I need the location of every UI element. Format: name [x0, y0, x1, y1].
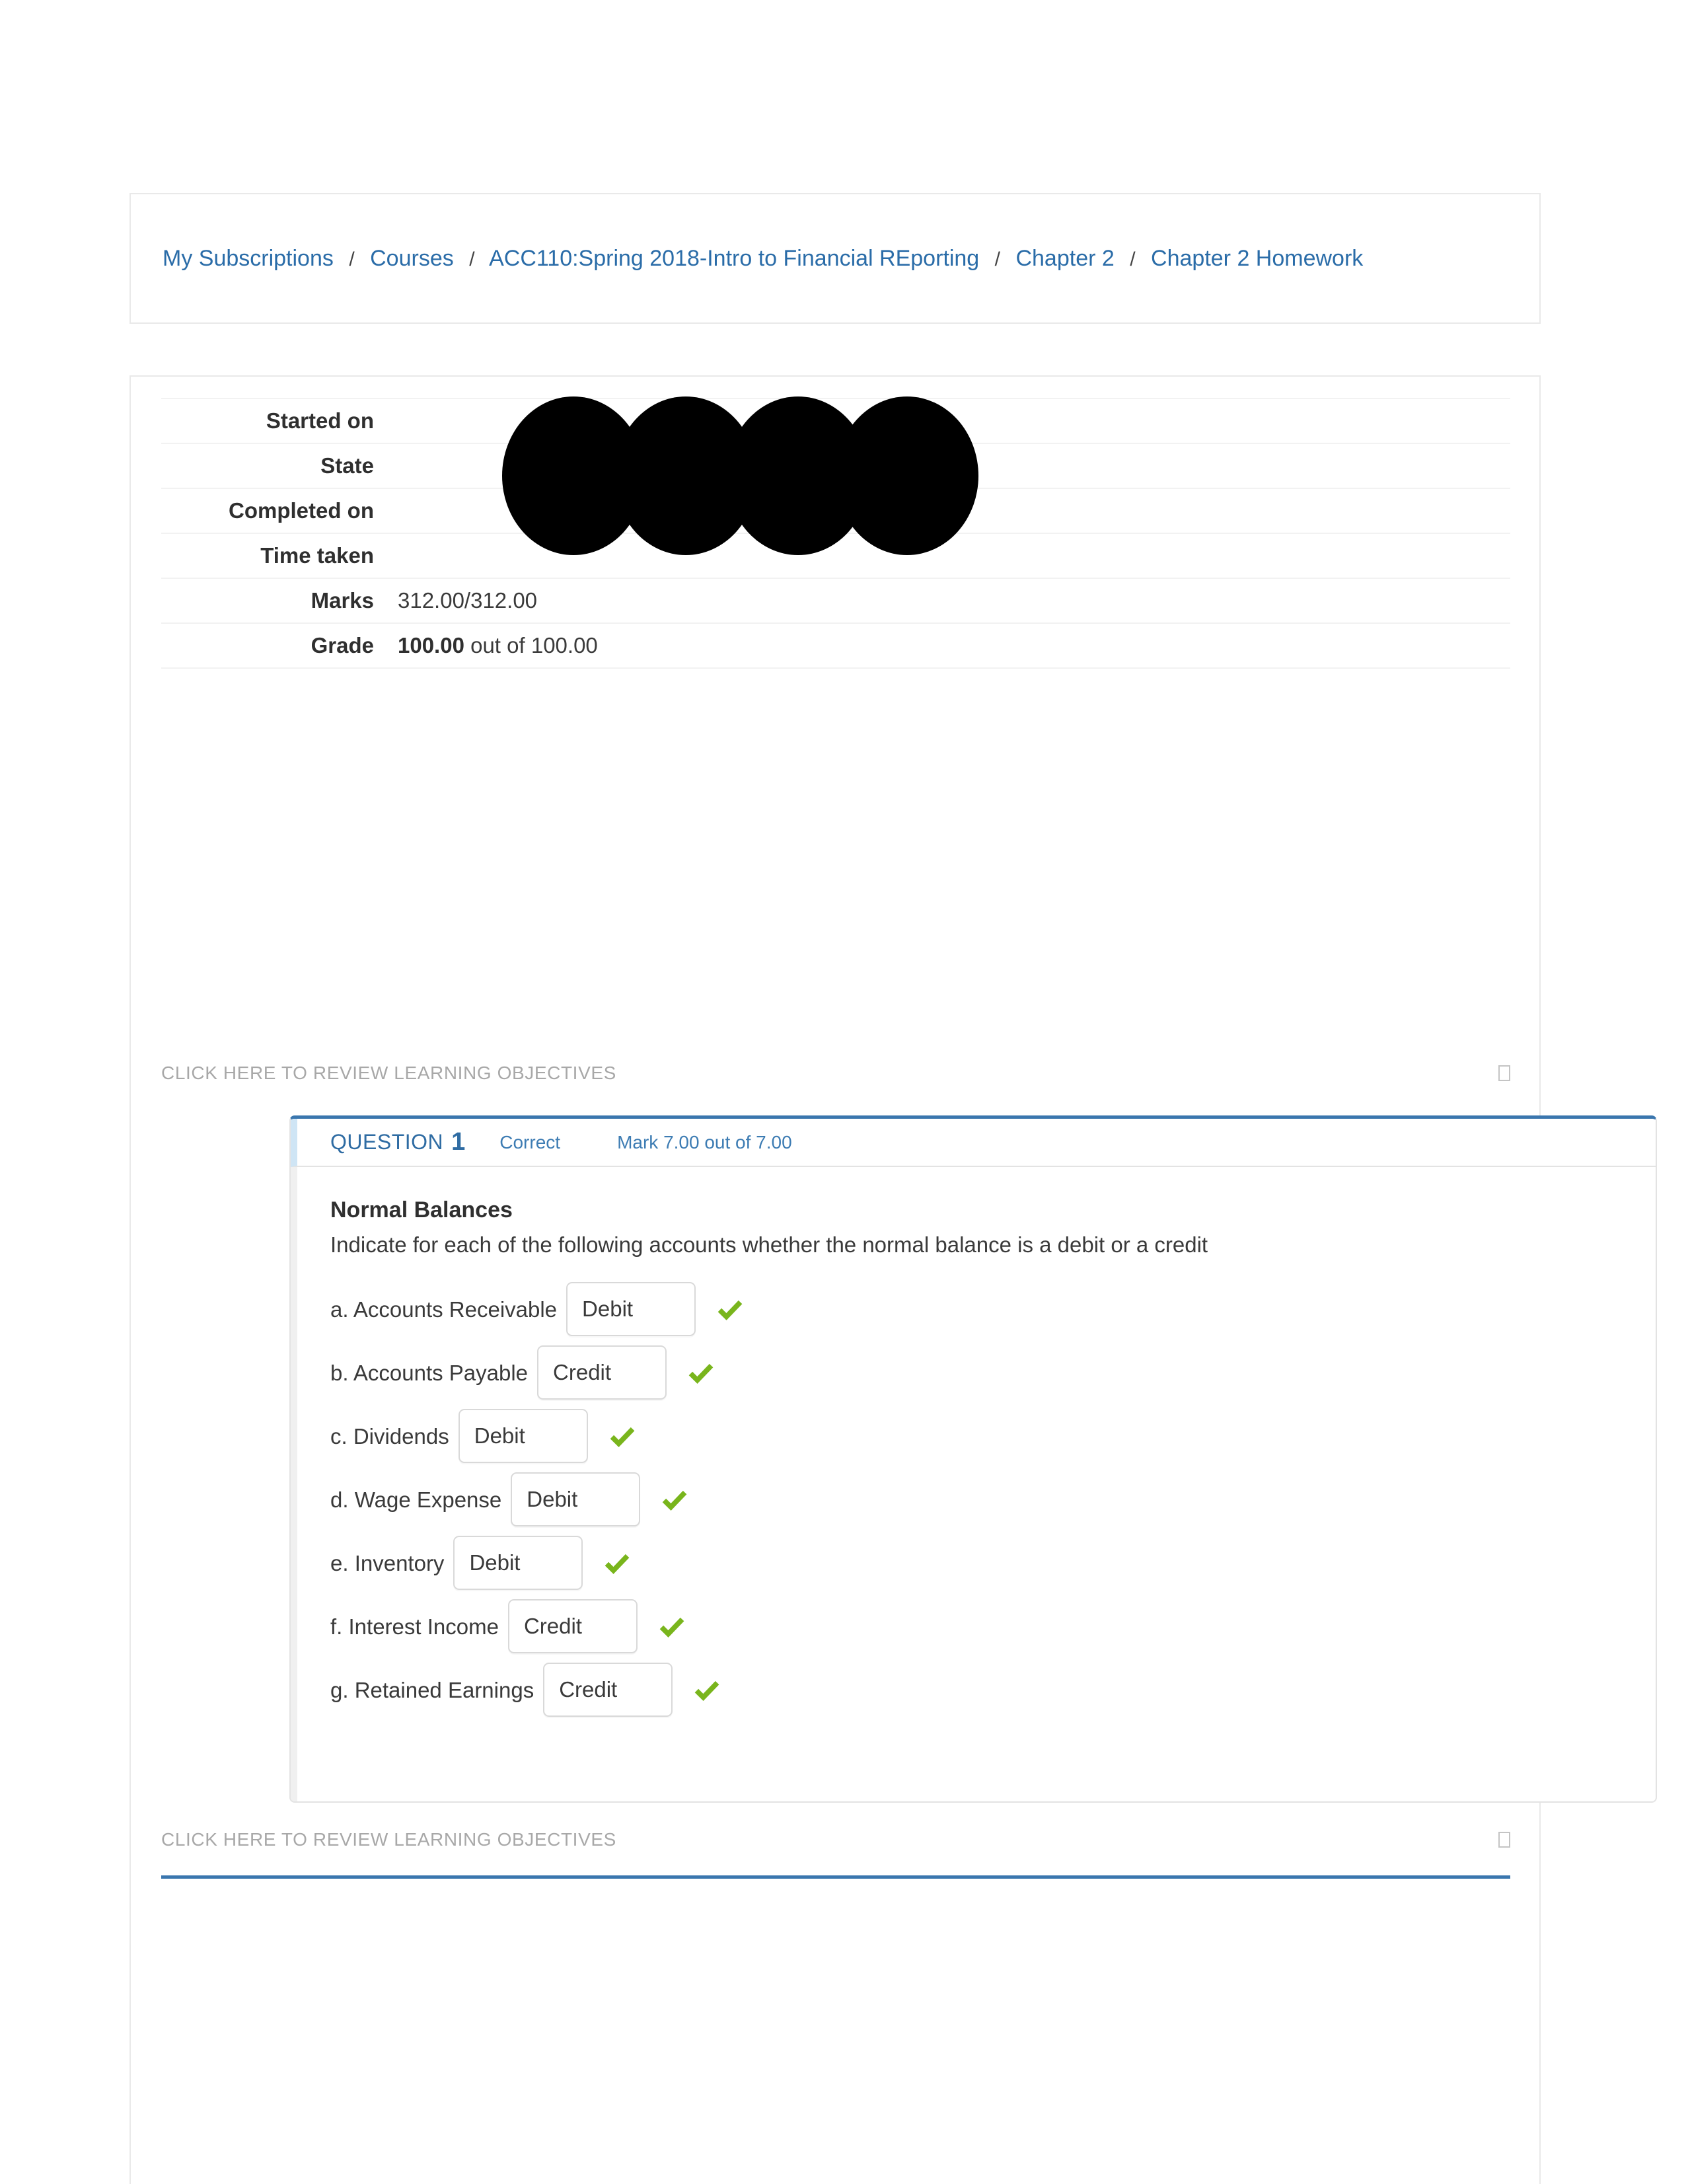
table-row: Completed on	[161, 488, 1510, 533]
answer-label-e: e. Inventory	[330, 1550, 445, 1575]
question-header: QUESTION 1 Correct Mark 7.00 out of 7.00	[291, 1119, 1656, 1167]
learning-objectives-label: CLICK HERE TO REVIEW LEARNING OBJECTIVES	[161, 1063, 616, 1083]
summary-label-state: State	[320, 453, 374, 478]
breadcrumb-item-homework[interactable]: Chapter 2 Homework	[1151, 246, 1363, 271]
breadcrumb-separator: /	[1130, 248, 1136, 270]
answer-row-e: e. Inventory Debit	[330, 1531, 1623, 1595]
table-row: Time taken	[161, 533, 1510, 578]
breadcrumb-item-courses[interactable]: Courses	[370, 246, 454, 271]
learning-objectives-toggle-top[interactable]: CLICK HERE TO REVIEW LEARNING OBJECTIVES	[161, 1064, 1510, 1082]
check-icon	[662, 1491, 687, 1511]
attempt-summary-table: Started on State Completed on Time taken…	[161, 398, 1510, 669]
empty-box-icon[interactable]	[1498, 1832, 1510, 1848]
table-row: Grade 100.00 out of 100.00	[161, 623, 1510, 668]
breadcrumb-card: My Subscriptions / Courses / ACC110:Spri…	[129, 193, 1541, 324]
answer-label-d: d. Wage Expense	[330, 1487, 502, 1512]
summary-label-marks: Marks	[311, 588, 374, 613]
question-mark: Mark 7.00 out of 7.00	[617, 1131, 792, 1152]
check-icon	[717, 1300, 743, 1321]
table-row: State	[161, 443, 1510, 488]
answer-row-g: g. Retained Earnings Credit	[330, 1658, 1623, 1721]
answer-label-a: a. Accounts Receivable	[330, 1297, 558, 1322]
answer-label-c: c. Dividends	[330, 1423, 449, 1449]
question-status: Correct	[499, 1131, 561, 1152]
breadcrumb-separator: /	[994, 248, 1001, 270]
empty-box-icon[interactable]	[1498, 1065, 1510, 1081]
breadcrumb-separator: /	[469, 248, 475, 270]
answer-select-g[interactable]: Credit	[543, 1663, 673, 1717]
attempt-content-card: Started on State Completed on Time taken…	[129, 375, 1657, 2184]
breadcrumb-item-chapter[interactable]: Chapter 2	[1015, 246, 1114, 271]
question-title: Normal Balances	[330, 1197, 513, 1223]
answer-row-f: f. Interest Income Credit	[330, 1595, 1623, 1658]
check-icon	[659, 1618, 684, 1638]
summary-label-completed-on: Completed on	[229, 498, 374, 523]
breadcrumb-item-my-subscriptions[interactable]: My Subscriptions	[163, 246, 334, 271]
section-divider	[161, 1875, 1510, 1879]
answer-row-c: c. Dividends Debit	[330, 1404, 1623, 1468]
answer-select-d[interactable]: Debit	[511, 1472, 641, 1527]
answer-select-b[interactable]: Credit	[537, 1345, 667, 1400]
summary-value-marks: 312.00/312.00	[398, 588, 538, 613]
check-icon	[610, 1427, 635, 1448]
question-label: QUESTION	[330, 1130, 444, 1154]
summary-label-time-taken: Time taken	[260, 543, 374, 568]
answer-label-g: g. Retained Earnings	[330, 1677, 534, 1702]
answer-label-f: f. Interest Income	[330, 1614, 499, 1639]
breadcrumb-separator: /	[349, 248, 355, 270]
question-body: Normal Balances Indicate for each of the…	[291, 1167, 1656, 1801]
grade-score: 100.00	[398, 633, 464, 658]
table-row: Started on	[161, 398, 1510, 443]
answer-select-c[interactable]: Debit	[458, 1409, 588, 1464]
question-prompt: Indicate for each of the following accou…	[330, 1232, 1208, 1257]
answer-select-a[interactable]: Debit	[566, 1282, 696, 1337]
grade-outof: out of 100.00	[464, 633, 598, 658]
check-icon	[605, 1554, 630, 1575]
summary-value-grade: 100.00 out of 100.00	[394, 623, 1510, 668]
question-number: 1	[451, 1128, 466, 1156]
answer-select-f[interactable]: Credit	[507, 1599, 638, 1654]
question-card-1: QUESTION 1 Correct Mark 7.00 out of 7.00…	[289, 1115, 1657, 1803]
breadcrumb: My Subscriptions / Courses / ACC110:Spri…	[131, 247, 1363, 270]
check-icon	[688, 1364, 714, 1384]
summary-label-grade: Grade	[311, 633, 374, 658]
learning-objectives-toggle-bottom[interactable]: CLICK HERE TO REVIEW LEARNING OBJECTIVES	[161, 1830, 1510, 1849]
answer-select-e[interactable]: Debit	[453, 1536, 583, 1591]
answer-label-b: b. Accounts Payable	[330, 1360, 529, 1385]
answer-row-d: d. Wage Expense Debit	[330, 1468, 1623, 1531]
check-icon	[694, 1681, 719, 1702]
breadcrumb-item-course[interactable]: ACC110:Spring 2018-Intro to Financial RE…	[489, 246, 979, 271]
learning-objectives-label: CLICK HERE TO REVIEW LEARNING OBJECTIVES	[161, 1829, 616, 1850]
answer-row-a: a. Accounts Receivable Debit	[330, 1277, 1623, 1341]
table-row: Marks 312.00/312.00	[161, 578, 1510, 623]
summary-label-started-on: Started on	[266, 408, 374, 433]
answer-row-b: b. Accounts Payable Credit	[330, 1341, 1623, 1404]
